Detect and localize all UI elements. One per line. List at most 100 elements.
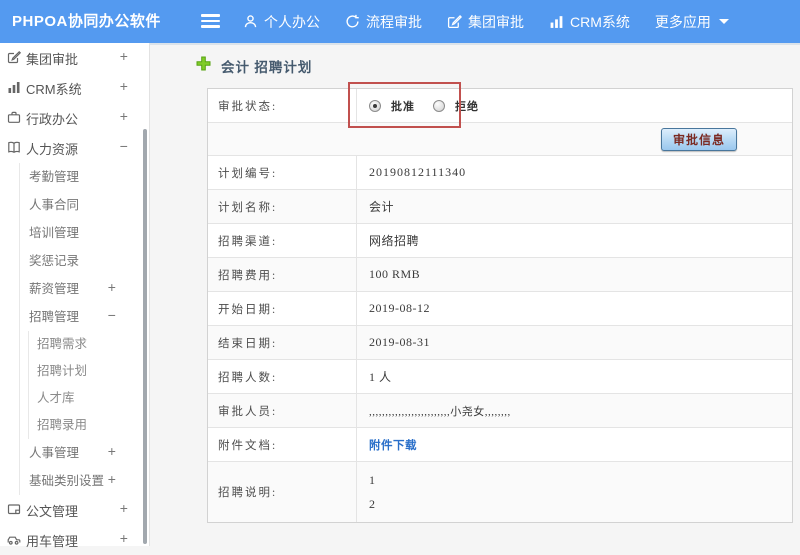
- process-icon: [345, 14, 360, 29]
- field-label: 审批人员:: [208, 394, 357, 427]
- field-label: 结束日期:: [208, 326, 357, 359]
- top-navigation: 个人办公 流程审批 集团审批 CRM系统 更多应用: [243, 0, 729, 43]
- description-line: 2: [369, 496, 376, 511]
- edit-square-icon: [7, 50, 22, 67]
- table-row-end-date: 结束日期: 2019-08-31: [208, 326, 792, 360]
- sidebar-item-salary[interactable]: 薪资管理 +: [20, 275, 149, 303]
- recruit-submenu: 招聘需求 招聘计划 人才库 招聘录用: [28, 331, 149, 439]
- table-row-recruit-cost: 招聘费用: 100 RMB: [208, 258, 792, 292]
- field-value: 20190812111340: [369, 165, 467, 179]
- field-label: 招聘说明:: [208, 462, 357, 522]
- expand-icon[interactable]: +: [120, 50, 128, 66]
- approve-radio[interactable]: [369, 99, 381, 112]
- table-row-start-date: 开始日期: 2019-08-12: [208, 292, 792, 326]
- nav-crm-system[interactable]: CRM系统: [549, 12, 630, 32]
- sidebar-item-attendance[interactable]: 考勤管理: [20, 163, 149, 191]
- sidebar-item-recruit-hire[interactable]: 招聘录用: [29, 412, 149, 439]
- table-row-attachment: 附件文档: 附件下载: [208, 428, 792, 462]
- field-label: 招聘人数:: [208, 360, 357, 393]
- sidebar-item-hr-contract[interactable]: 人事合同: [20, 191, 149, 219]
- approval-radio-group: 批准 拒绝: [369, 98, 487, 114]
- table-row-headcount: 招聘人数: 1 人: [208, 360, 792, 394]
- sidebar-item-training[interactable]: 培训管理: [20, 219, 149, 247]
- sidebar-item-label: CRM系统: [26, 81, 82, 97]
- sidebar-item-document-mgmt[interactable]: 公文管理 +: [0, 495, 149, 525]
- hamburger-menu-icon[interactable]: [201, 14, 220, 29]
- approval-status-row: 审批状态: 批准 拒绝: [208, 89, 792, 123]
- briefcase-icon: [7, 110, 21, 127]
- sidebar-item-label: 公文管理: [26, 503, 79, 519]
- app-logo: PHPOA协同办公软件: [12, 13, 161, 30]
- sidebar-scrollbar[interactable]: [143, 129, 147, 544]
- nav-item-label: 集团审批: [468, 13, 524, 30]
- nav-group-approval[interactable]: 集团审批: [447, 12, 524, 32]
- table-row-recruit-description: 招聘说明: 1 2: [208, 462, 792, 522]
- expand-icon[interactable]: +: [120, 502, 128, 518]
- caret-down-icon: [718, 19, 729, 24]
- table-row-plan-name: 计划名称: 会计: [208, 190, 792, 224]
- topbar: PHPOA协同办公软件 个人办公 流程审批 集团审批 CRM系统 更多应用: [0, 0, 800, 43]
- sidebar-item-rewards[interactable]: 奖惩记录: [20, 247, 149, 275]
- recruit-plan-detail-table: 审批状态: 批准 拒绝 审批信息 计划编号: 20190812111340 计划…: [207, 88, 793, 523]
- field-label: 开始日期:: [208, 292, 357, 325]
- table-row-approvers: 审批人员: ,,,,,,,,,,,,,,,,,,,,,,,,,小尧女,,,,,,…: [208, 394, 792, 428]
- sidebar-item-vehicle-mgmt[interactable]: 用车管理 +: [0, 525, 149, 555]
- nav-personal-office[interactable]: 个人办公: [243, 12, 320, 32]
- nav-item-label: 个人办公: [264, 13, 320, 30]
- nav-more-apps[interactable]: 更多应用: [655, 12, 729, 32]
- sidebar-item-admin-office[interactable]: 行政办公 +: [0, 103, 149, 133]
- nav-item-label: 流程审批: [366, 13, 422, 30]
- sidebar-item-group-approval[interactable]: 集团审批 +: [0, 43, 149, 73]
- field-value: ,,,,,,,,,,,,,,,,,,,,,,,,,小尧女,,,,,,,,: [369, 405, 511, 418]
- field-label: 计划名称:: [208, 190, 357, 223]
- reject-radio-label: 拒绝: [455, 100, 479, 113]
- sidebar-item-recruit-mgmt[interactable]: 招聘管理 −: [20, 303, 149, 331]
- field-value: 网络招聘: [369, 234, 420, 248]
- sidebar-item-recruit-demand[interactable]: 招聘需求: [29, 331, 149, 358]
- book-icon: [7, 140, 21, 157]
- sidebar-item-label: 人力资源: [26, 141, 79, 157]
- expand-icon[interactable]: +: [108, 439, 116, 467]
- approve-info-button[interactable]: 审批信息: [660, 128, 737, 151]
- field-label: 招聘费用:: [208, 258, 357, 291]
- main-content: 会计 招聘计划 审批状态: 批准 拒绝 审批信息 计划编号: 201908121…: [150, 45, 800, 546]
- nav-item-label: CRM系统: [570, 13, 630, 30]
- expand-icon[interactable]: +: [120, 80, 128, 96]
- field-value: 会计: [369, 200, 395, 214]
- field-value: 1 2: [357, 462, 792, 522]
- approval-status-value: 批准 拒绝: [357, 89, 792, 122]
- collapse-icon[interactable]: −: [120, 140, 128, 156]
- table-row-recruit-channel: 招聘渠道: 网络招聘: [208, 224, 792, 258]
- expand-icon[interactable]: +: [120, 110, 128, 126]
- sidebar-item-base-category[interactable]: 基础类别设置 +: [20, 467, 149, 495]
- collapse-icon[interactable]: −: [108, 303, 116, 331]
- sidebar-item-hr[interactable]: 人力资源 −: [0, 133, 149, 163]
- sidebar-item-personnel-mgmt[interactable]: 人事管理 +: [20, 439, 149, 467]
- sidebar-item-label: 用车管理: [26, 533, 79, 549]
- person-icon: [243, 14, 258, 29]
- sidebar-item-recruit-plan[interactable]: 招聘计划: [29, 358, 149, 385]
- sidebar-item-crm[interactable]: CRM系统 +: [0, 73, 149, 103]
- add-plus-icon[interactable]: [196, 56, 211, 76]
- page-header: 会计 招聘计划: [196, 56, 312, 76]
- sidebar-item-label: 行政办公: [26, 111, 79, 127]
- field-value: 100 RMB: [369, 267, 421, 281]
- document-icon: [7, 502, 21, 519]
- nav-process-approval[interactable]: 流程审批: [345, 12, 422, 32]
- description-line: 1: [369, 472, 376, 487]
- field-label: 审批状态:: [208, 89, 357, 122]
- hr-submenu: 考勤管理 人事合同 培训管理 奖惩记录 薪资管理 + 招聘管理 − 招聘需求 招…: [19, 163, 149, 495]
- expand-icon[interactable]: +: [108, 275, 116, 303]
- field-label: 招聘渠道:: [208, 224, 357, 257]
- sidebar: 集团审批 + CRM系统 + 行政办公 + 人力资源 − 考勤管理 人事合同 培…: [0, 43, 150, 549]
- field-value: 附件下载: [357, 428, 792, 461]
- attachment-download-link[interactable]: 附件下载: [369, 437, 417, 453]
- bar-chart-icon: [7, 80, 21, 97]
- reject-radio[interactable]: [433, 99, 445, 112]
- expand-icon[interactable]: +: [108, 467, 116, 495]
- field-value: 2019-08-31: [369, 335, 430, 349]
- nav-item-label: 更多应用: [654, 13, 711, 30]
- field-value: 2019-08-12: [369, 301, 430, 315]
- content-top-divider: [150, 43, 800, 45]
- sidebar-item-talent-pool[interactable]: 人才库: [29, 385, 149, 412]
